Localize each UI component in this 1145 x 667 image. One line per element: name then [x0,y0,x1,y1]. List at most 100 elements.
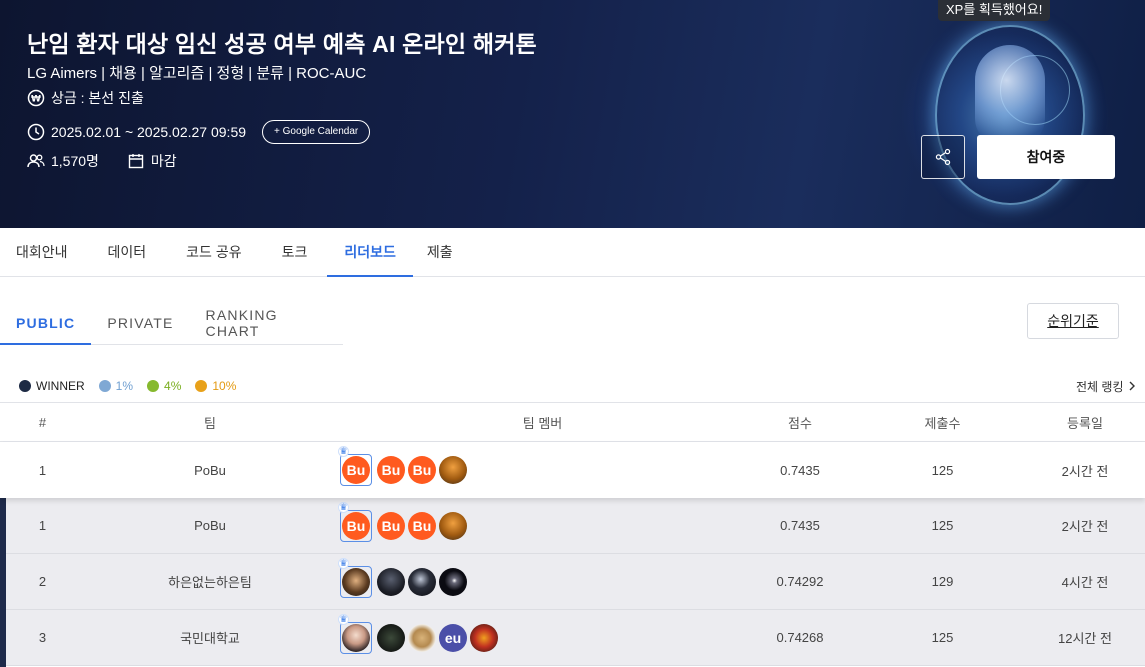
share-button[interactable] [921,135,965,179]
header-date: 등록일 [1067,415,1103,431]
rank-cell: 1 [38,462,47,478]
tab-ranking-chart[interactable]: RANKING CHART [190,301,343,344]
header-score: 점수 [788,415,812,431]
clock-icon [27,123,45,141]
legend-winner: WINNER [19,379,85,393]
date-cell: 2시간 전 [1061,519,1109,534]
team-name[interactable]: 하은없는하은팀 [85,554,335,609]
leaderboard-sub-tabs: PUBLIC PRIVATE RANKING CHART [0,301,343,345]
svg-text:₩: ₩ [31,95,41,105]
team-members: ♛ eu [338,610,740,665]
avatar[interactable] [408,567,436,596]
tab-data[interactable]: 데이터 [88,228,167,276]
score-cell: 0.7435 [780,462,820,478]
header-members: 팀 멤버 [522,415,563,431]
legend-label: WINNER [36,379,85,393]
avatar[interactable]: Bu [377,456,405,484]
team-leader[interactable]: ♛ Bu [338,446,372,486]
all-ranking-label: 전체 랭킹 [1076,380,1124,394]
score-cell: 0.74268 [776,630,824,645]
calendar-icon [127,152,145,170]
team-members: ♛ Bu Bu Bu [338,498,740,553]
submissions-cell: 125 [931,630,954,645]
avatar[interactable]: Bu [408,456,436,484]
team-members: ♛ Bu Bu Bu [338,442,740,498]
google-calendar-button[interactable]: + Google Calendar [262,120,371,144]
score-cell: 0.74292 [776,574,824,589]
avatar[interactable] [377,623,405,652]
meta-row: 1,570명 마감 [27,151,199,171]
legend-top-10-percent: 10% [195,379,236,393]
avatar[interactable]: Bu [377,511,405,540]
people-icon [27,152,45,170]
legend-top-1-percent: 1% [98,379,134,393]
tab-leaderboard[interactable]: 리더보드 [327,228,413,277]
status-text: 마감 [150,153,177,169]
avatar [342,623,370,652]
avatar[interactable]: eu [439,623,467,652]
tab-submit[interactable]: 제출 [413,228,467,276]
legend-dot [147,380,160,392]
team-leader[interactable]: ♛ [338,557,372,598]
rank-basis-button[interactable]: 순위기준 [1027,303,1119,339]
team-leader[interactable]: ♛ [338,613,372,654]
crown-icon: ♛ [338,613,349,625]
winner-indicator-bar [0,497,6,667]
embryo-illustration [975,45,1045,145]
tab-public[interactable]: PUBLIC [0,301,92,345]
rank-cell: 2 [38,574,47,589]
submissions-cell: 129 [931,574,954,589]
avatar[interactable] [439,567,467,596]
avatar[interactable] [408,623,436,652]
tab-talk[interactable]: 토크 [262,228,328,276]
avatar[interactable] [439,456,467,484]
tab-code-share[interactable]: 코드 공유 [166,228,261,276]
header-rank: # [38,414,47,430]
all-ranking-link[interactable]: 전체 랭킹 [1076,378,1136,395]
rank-cell: 1 [38,518,47,533]
team-name[interactable]: PoBu [85,498,335,553]
tab-private[interactable]: PRIVATE [91,301,189,344]
competition-title: 난임 환자 대상 임신 성공 여부 예측 AI 온라인 해커톤 [27,31,537,57]
team-name[interactable]: 국민대학교 [85,610,335,665]
legend-label: 4% [164,379,182,393]
competition-banner: XP를 획득했어요! 난임 환자 대상 임신 성공 여부 예측 AI 온라인 해… [0,0,1145,228]
team-name[interactable]: PoBu [85,442,335,498]
header-submissions: 제출수 [924,415,961,431]
tab-overview[interactable]: 대회안내 [0,228,88,276]
team-leader[interactable]: ♛ Bu [338,501,372,542]
date-cell: 4시간 전 [1061,575,1109,590]
crown-icon: ♛ [338,501,349,513]
avatar[interactable] [470,623,498,652]
prize-row: ₩ 상금 : 본선 진출 [27,88,144,108]
crown-icon: ♛ [338,557,349,569]
won-coin-icon: ₩ [27,89,45,107]
leaderboard-header: # 팀 팀 멤버 점수 제출수 등록일 [0,402,1145,442]
avatar: Bu [342,511,370,540]
period-text: 2025.02.01 ~ 2025.02.27 09:59 [51,124,247,140]
avatar[interactable] [439,511,467,540]
avatar[interactable]: Bu [408,511,436,540]
score-cell: 0.7435 [780,518,820,533]
legend-label: 1% [115,379,134,393]
header-team: 팀 [204,415,216,431]
table-row[interactable]: 2 하은없는하은팀 ♛ 0.74292 129 4시간 전 [0,554,1145,610]
date-cell: 2시간 전 [1061,463,1109,479]
submissions-cell: 125 [931,462,954,478]
avatar: Bu [342,456,370,484]
status-indicator: 마감 [127,151,177,171]
table-row[interactable]: 1 PoBu ♛ Bu Bu Bu 0.7435 125 2시간 전 [0,498,1145,554]
table-row[interactable]: 3 국민대학교 ♛ eu 0.74268 125 12시간 전 [0,610,1145,666]
rank-cell: 3 [38,630,47,645]
legend-dot [195,380,208,392]
chevron-right-icon [1128,380,1136,394]
avatar[interactable] [377,567,405,596]
date-cell: 12시간 전 [1058,631,1112,646]
participants-text: 1,570명 [51,153,99,169]
crown-icon: ♛ [338,446,349,457]
competition-tags: LG Aimers | 채용 | 알고리즘 | 정형 | 분류 | ROC-AU… [27,65,367,82]
prize-text: 상금 : 본선 진출 [51,90,144,106]
join-button[interactable]: 참여중 [977,135,1115,179]
my-team-row[interactable]: 1 PoBu ♛ Bu Bu Bu 0.7435 125 2시간 전 [0,442,1145,498]
legend-dot [98,380,111,392]
